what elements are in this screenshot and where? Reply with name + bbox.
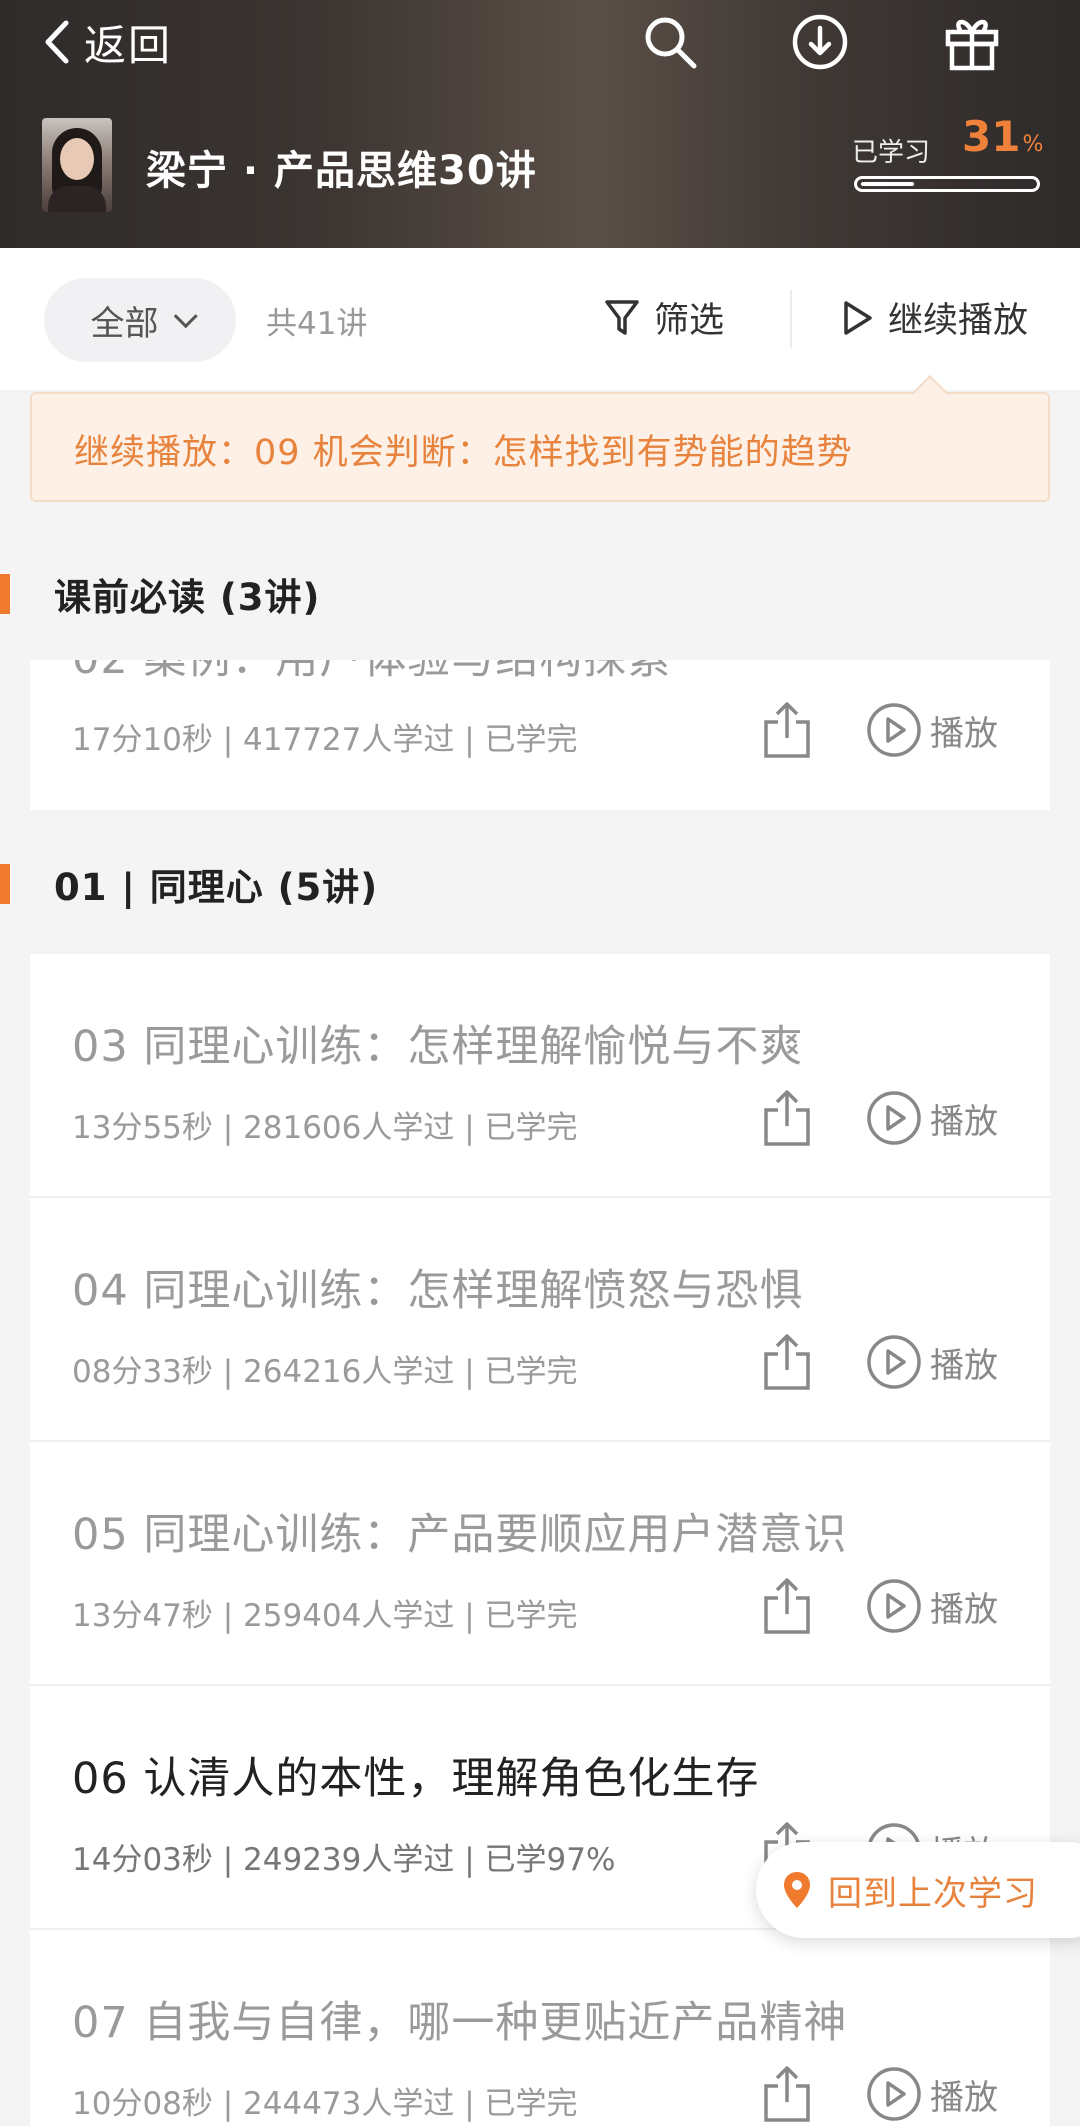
- download-icon[interactable]: [790, 12, 850, 72]
- return-label: 回到上次学习: [828, 1873, 1038, 1914]
- learning-progress-bar: [854, 176, 1040, 192]
- filter-label: 筛选: [654, 301, 725, 341]
- lesson-item[interactable]: 04 同理心训练：怎样理解愤怒与恐惧 08分33秒 | 264216人学过 | …: [30, 1198, 1050, 1442]
- play-circle-icon: [867, 2067, 921, 2121]
- share-icon[interactable]: [760, 700, 814, 760]
- chevron-left-icon: [45, 20, 69, 64]
- section-marker: [0, 864, 10, 904]
- location-pin-icon: [784, 1872, 810, 1908]
- section-title: 01 | 同理心 (5讲): [54, 866, 379, 909]
- lesson-meta: 13分47秒 | 259404人学过 | 已学完: [72, 1598, 578, 1634]
- gift-icon[interactable]: [942, 12, 1002, 72]
- course-header: 返回 梁宁 · 产品思维30讲 已学习 31%: [0, 0, 1080, 248]
- section-title: 课前必读 (3讲): [54, 576, 321, 619]
- play-button[interactable]: 播放: [866, 2066, 998, 2122]
- return-to-last-button[interactable]: 回到上次学习: [756, 1842, 1080, 1938]
- play-circle-icon: [867, 1091, 921, 1145]
- share-icon[interactable]: [760, 1576, 814, 1636]
- back-button[interactable]: 返回: [44, 14, 172, 70]
- lesson-item[interactable]: 03 同理心训练：怎样理解愉悦与不爽 13分55秒 | 281606人学过 | …: [30, 954, 1050, 1198]
- lesson-item[interactable]: 02 案例：用户体验与结构探索 17分10秒 | 417727人学过 | 已学完…: [30, 660, 1050, 810]
- play-button[interactable]: 播放: [866, 1578, 998, 1634]
- lesson-meta: 10分08秒 | 244473人学过 | 已学完: [72, 2086, 578, 2122]
- filter-bar: 全部 共41讲 筛选 继续播放: [0, 248, 1080, 390]
- lesson-card: 02 案例：用户体验与结构探索 17分10秒 | 417727人学过 | 已学完…: [30, 660, 1050, 810]
- funnel-icon: [605, 299, 639, 335]
- search-icon[interactable]: [640, 12, 700, 72]
- chevron-down-icon: [173, 303, 198, 328]
- filter-button[interactable]: 筛选: [604, 292, 724, 343]
- play-label: 播放: [930, 2077, 998, 2118]
- share-icon[interactable]: [760, 1332, 814, 1392]
- play-button[interactable]: 播放: [866, 702, 998, 758]
- continue-play-label: 继续播放: [888, 301, 1029, 341]
- continue-play-button[interactable]: 继续播放: [842, 292, 1028, 343]
- share-icon[interactable]: [760, 2064, 814, 2124]
- learning-progress-fill: [861, 182, 914, 186]
- divider: [790, 290, 792, 348]
- percent-sign: %: [1022, 132, 1044, 157]
- play-triangle-icon: [844, 300, 872, 335]
- resume-text: 继续播放：09 机会判断：怎样找到有势能的趋势: [74, 433, 853, 473]
- lesson-meta: 14分03秒 | 249239人学过 | 已学97%: [72, 1842, 616, 1878]
- lesson-meta: 17分10秒 | 417727人学过 | 已学完: [72, 722, 578, 758]
- lesson-title: 07 自我与自律，哪一种更贴近产品精神: [72, 1998, 848, 2048]
- lesson-item[interactable]: 07 自我与自律，哪一种更贴近产品精神 10分08秒 | 244473人学过 |…: [30, 1930, 1050, 2126]
- course-title: 梁宁 · 产品思维30讲: [146, 148, 537, 194]
- section-marker: [0, 574, 10, 614]
- play-button[interactable]: 播放: [866, 1334, 998, 1390]
- scope-label: 全部: [90, 303, 159, 344]
- lecture-count: 共41讲: [266, 306, 368, 342]
- section-header: 01 | 同理心 (5讲): [0, 854, 378, 914]
- lesson-item[interactable]: 05 同理心训练：产品要顺应用户潜意识 13分47秒 | 259404人学过 |…: [30, 1442, 1050, 1686]
- play-circle-icon: [867, 1579, 921, 1633]
- lesson-meta: 13分55秒 | 281606人学过 | 已学完: [72, 1110, 578, 1146]
- scope-dropdown[interactable]: 全部: [44, 278, 236, 362]
- resume-banner[interactable]: 继续播放：09 机会判断：怎样找到有势能的趋势: [30, 392, 1050, 502]
- play-circle-icon: [867, 1335, 921, 1389]
- play-label: 播放: [930, 1345, 998, 1386]
- section-header: 课前必读 (3讲): [0, 564, 320, 624]
- back-label: 返回: [84, 20, 173, 70]
- author-avatar: [42, 118, 112, 212]
- learned-percent: 31%: [962, 112, 1043, 161]
- play-button[interactable]: 播放: [866, 1090, 998, 1146]
- play-label: 播放: [930, 1101, 998, 1142]
- learned-percent-value: 31: [962, 112, 1021, 161]
- lesson-meta: 08分33秒 | 264216人学过 | 已学完: [72, 1354, 578, 1390]
- play-label: 播放: [930, 713, 998, 754]
- lesson-title: 03 同理心训练：怎样理解愉悦与不爽: [72, 1022, 804, 1072]
- share-icon[interactable]: [760, 1088, 814, 1148]
- play-circle-icon: [867, 703, 921, 757]
- learned-label: 已学习: [852, 138, 931, 168]
- lesson-title: 05 同理心训练：产品要顺应用户潜意识: [72, 1510, 848, 1560]
- lesson-card: 03 同理心训练：怎样理解愉悦与不爽 13分55秒 | 281606人学过 | …: [30, 954, 1050, 2126]
- lesson-title: 02 案例：用户体验与结构探索: [72, 660, 671, 686]
- play-label: 播放: [930, 1589, 998, 1630]
- lesson-title: 04 同理心训练：怎样理解愤怒与恐惧: [72, 1266, 804, 1316]
- lesson-title: 06 认清人的本性，理解角色化生存: [72, 1754, 760, 1804]
